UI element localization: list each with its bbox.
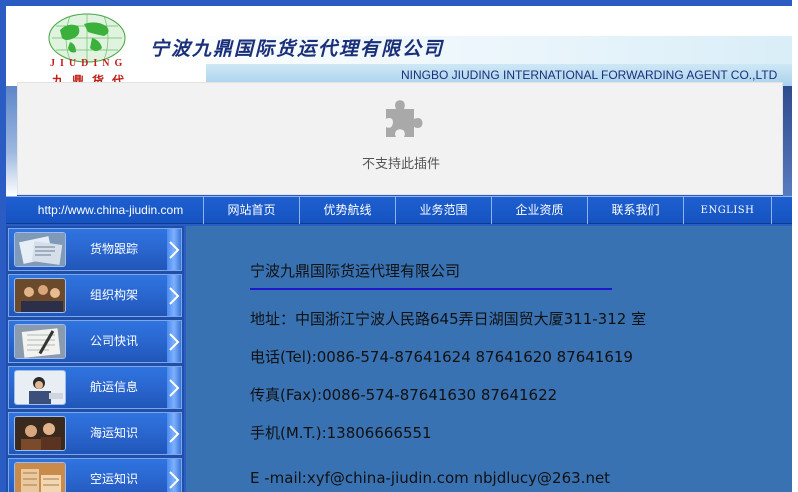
sidebar-item-air-freight[interactable]: 空运知识 [8, 458, 182, 492]
company-name-english: NINGBO JIUDING INTERNATIONAL FORWARDING … [401, 68, 778, 82]
documents-photo-icon [14, 232, 66, 267]
sidebar-item-label: 组织构架 [89, 288, 138, 302]
nav-home[interactable]: 网站首页 [204, 197, 300, 224]
email-line: E -mail:xyf@china-jiudin.com nbjdlucy@26… [250, 469, 611, 487]
nav-services[interactable]: 业务范围 [396, 197, 492, 224]
sidebar-menu: 货物跟踪 组织构架 公司快讯 航运信息 海运知识 空运知识 [6, 226, 184, 492]
sidebar-item-news[interactable]: 公司快讯 [8, 320, 182, 363]
nav-qualifications[interactable]: 企业资质 [492, 197, 588, 224]
nav-contact[interactable]: 联系我们 [588, 197, 684, 224]
site-url-link[interactable]: http://www.china-jiudin.com [18, 197, 204, 224]
chevron-right-icon [167, 275, 181, 316]
nav-routes[interactable]: 优势航线 [300, 197, 396, 224]
content-title: 宁波九鼎国际货运代理有限公司 [250, 262, 461, 280]
sidebar-item-label: 货物跟踪 [89, 242, 138, 256]
title-divider [250, 288, 612, 290]
chevron-right-icon [167, 459, 181, 492]
chevron-right-icon [167, 413, 181, 454]
phone-worker-photo-icon [14, 370, 66, 405]
sidebar-item-label: 空运知识 [89, 472, 138, 486]
puzzle-piece-icon [386, 100, 423, 137]
main-navbar: http://www.china-jiudin.com 网站首页 优势航线 业务… [6, 196, 792, 224]
window-right-edge [792, 0, 798, 492]
banner-right-edge [783, 86, 792, 196]
chevron-right-icon [167, 229, 181, 270]
site-header: JIUDING 九鼎货代 宁波九鼎国际货运代理有限公司 NINGBO JIUDI… [6, 6, 792, 86]
team-meeting-photo-icon [14, 278, 66, 313]
chevron-right-icon [167, 367, 181, 408]
address-line: 地址：中国浙江宁波人民路645弄日湖国贸大厦311-312 室 [250, 310, 647, 328]
sidebar-item-organization[interactable]: 组织构架 [8, 274, 182, 317]
logo-wordmark: JIUDING [50, 58, 128, 69]
mobile-line: 手机(M.T.):13806666551 [250, 424, 432, 442]
notebook-photo-icon [14, 324, 66, 359]
unsupported-plugin-placeholder: 不支持此插件 [17, 82, 783, 195]
office-people-photo-icon [14, 416, 66, 451]
company-name-chinese: 宁波九鼎国际货运代理有限公司 [150, 38, 445, 60]
sidebar-item-shipping-info[interactable]: 航运信息 [8, 366, 182, 409]
fax-line: 传真(Fax):0086-574-87641630 87641622 [250, 386, 558, 404]
contact-content: 宁波九鼎国际货运代理有限公司 地址：中国浙江宁波人民路645弄日湖国贸大厦311… [186, 226, 792, 492]
sidebar-item-sea-freight[interactable]: 海运知识 [8, 412, 182, 455]
nav-english[interactable]: ENGLISH [684, 197, 772, 224]
building-photo-icon [14, 462, 66, 492]
banner-left-edge [6, 86, 17, 196]
plugin-message: 不支持此插件 [361, 157, 440, 172]
sidebar-item-label: 航运信息 [89, 380, 138, 394]
sidebar-item-label: 海运知识 [89, 426, 138, 440]
sidebar-item-cargo-tracking[interactable]: 货物跟踪 [8, 228, 182, 271]
chevron-right-icon [167, 321, 181, 362]
sidebar-item-label: 公司快讯 [89, 334, 138, 348]
telephone-line: 电话(Tel):0086-574-87641624 87641620 87641… [250, 348, 633, 366]
